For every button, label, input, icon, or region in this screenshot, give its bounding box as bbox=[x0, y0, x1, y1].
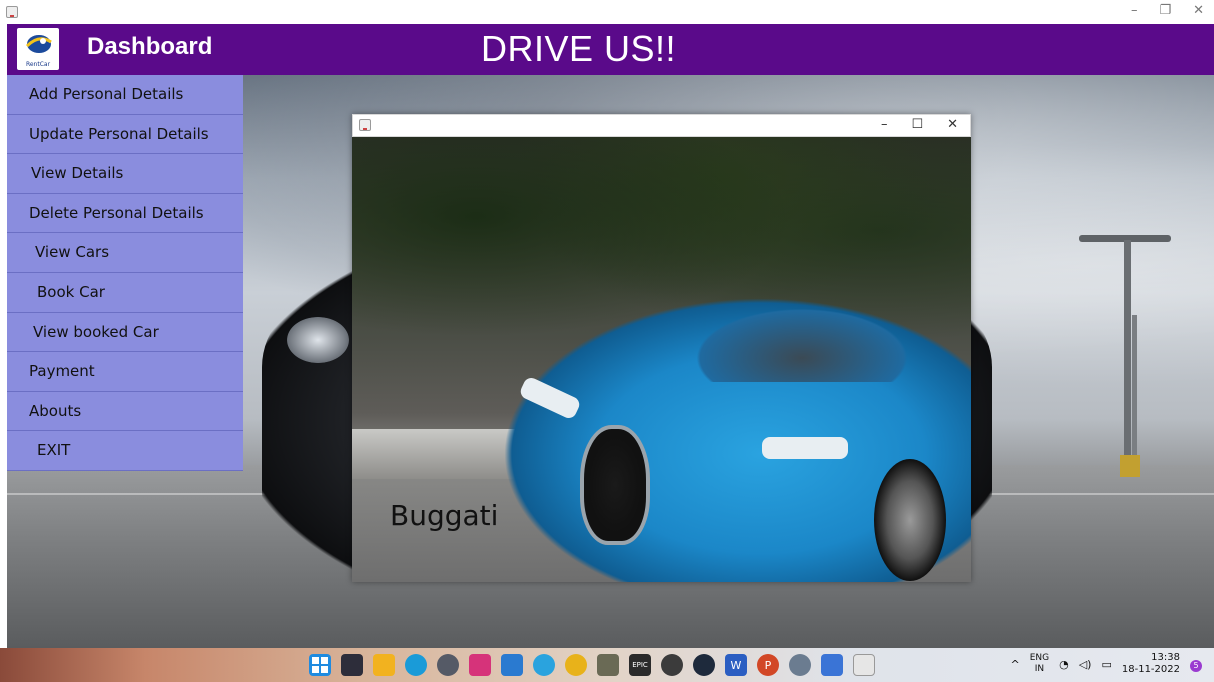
sidebar-item-exit[interactable]: EXIT bbox=[7, 431, 243, 471]
vscode-icon[interactable] bbox=[501, 654, 523, 676]
java-taskbar-icon[interactable] bbox=[853, 654, 875, 676]
java-app-icon bbox=[359, 119, 371, 131]
telegram-icon[interactable] bbox=[533, 654, 555, 676]
start-icon[interactable] bbox=[309, 654, 331, 676]
rentcar-logo: RentCar bbox=[17, 28, 59, 70]
dialog-close-button[interactable]: ✕ bbox=[947, 117, 958, 132]
word-icon[interactable]: W bbox=[725, 654, 747, 676]
clock[interactable]: 13:38 18-11-2022 bbox=[1122, 652, 1180, 676]
chrome-icon[interactable] bbox=[565, 654, 587, 676]
volume-icon[interactable]: ◁) bbox=[1079, 658, 1092, 671]
sidebar-item-payment[interactable]: Payment bbox=[7, 352, 243, 392]
sidebar-item-add-personal-details[interactable]: Add Personal Details bbox=[7, 75, 243, 115]
street-lamp bbox=[1124, 240, 1131, 470]
app-title: DRIVE US!! bbox=[481, 28, 677, 69]
outer-titlebar: – ❐ ✕ bbox=[0, 0, 1214, 24]
window-controls: – ❐ ✕ bbox=[1131, 3, 1204, 18]
language-indicator[interactable]: ENG IN bbox=[1030, 653, 1049, 675]
car-name-label: Buggati bbox=[390, 499, 499, 532]
background-car-headlight bbox=[287, 317, 349, 363]
taskview-icon[interactable] bbox=[341, 654, 363, 676]
bugatti-wheel bbox=[874, 459, 946, 581]
sidebar-menu: Add Personal Details Update Personal Det… bbox=[7, 75, 243, 471]
bugatti-roof bbox=[682, 302, 922, 382]
battery-icon[interactable]: ▭ bbox=[1101, 658, 1111, 671]
powerpoint-icon[interactable]: P bbox=[757, 654, 779, 676]
bugatti-headlight-right bbox=[762, 437, 848, 459]
steam-icon[interactable] bbox=[693, 654, 715, 676]
epic-games-icon[interactable]: EPIC bbox=[629, 654, 651, 676]
dialog-window-controls: – ☐ ✕ bbox=[881, 117, 958, 132]
logo-text: RentCar bbox=[25, 61, 51, 68]
file-explorer-icon[interactable] bbox=[373, 654, 395, 676]
sidebar-item-update-personal-details[interactable]: Update Personal Details bbox=[7, 114, 243, 155]
logo-icon bbox=[25, 35, 52, 53]
street-lamp-post bbox=[1132, 315, 1137, 465]
minimize-button[interactable]: – bbox=[1131, 3, 1138, 18]
taskbar: EPIC W P ^ ENG IN ◔ ◁) ▭ 13:38 18-11-202… bbox=[0, 648, 1214, 682]
edge-icon[interactable] bbox=[405, 654, 427, 676]
gta-icon[interactable] bbox=[597, 654, 619, 676]
car-image: Buggati bbox=[352, 137, 971, 582]
bugatti-grille bbox=[580, 425, 650, 545]
settings-icon[interactable] bbox=[789, 654, 811, 676]
dialog-minimize-button[interactable]: – bbox=[881, 117, 888, 132]
app-header: RentCar Dashboard DRIVE US!! bbox=[7, 24, 1214, 75]
car-dialog-window: – ☐ ✕ Buggati bbox=[352, 114, 971, 582]
dashboard-title: Dashboard bbox=[87, 33, 213, 60]
app-icon[interactable] bbox=[437, 654, 459, 676]
sidebar-item-view-cars[interactable]: View Cars bbox=[7, 233, 243, 273]
dialog-maximize-button[interactable]: ☐ bbox=[911, 117, 923, 132]
sidebar-item-view-booked-car[interactable]: View booked Car bbox=[7, 312, 243, 353]
system-tray: ^ ENG IN ◔ ◁) ▭ 13:38 18-11-2022 bbox=[1010, 652, 1180, 676]
app2-icon[interactable] bbox=[821, 654, 843, 676]
xbox-icon[interactable] bbox=[661, 654, 683, 676]
wifi-icon[interactable]: ◔ bbox=[1059, 658, 1069, 671]
lamp-box bbox=[1120, 455, 1140, 477]
dialog-titlebar: – ☐ ✕ bbox=[352, 114, 971, 137]
sidebar-item-view-details[interactable]: View Details bbox=[7, 154, 243, 194]
sidebar-item-book-car[interactable]: Book Car bbox=[7, 272, 243, 313]
close-button[interactable]: ✕ bbox=[1193, 3, 1204, 18]
restore-button[interactable]: ❐ bbox=[1159, 3, 1171, 18]
sidebar-item-delete-personal-details[interactable]: Delete Personal Details bbox=[7, 193, 243, 234]
chevron-up-icon[interactable]: ^ bbox=[1010, 658, 1019, 671]
taskbar-icons: EPIC W P bbox=[309, 654, 875, 676]
instagram-icon[interactable] bbox=[469, 654, 491, 676]
sidebar-item-abouts[interactable]: Abouts bbox=[7, 391, 243, 432]
notification-badge[interactable]: 5 bbox=[1190, 660, 1202, 672]
java-app-icon bbox=[6, 6, 18, 18]
